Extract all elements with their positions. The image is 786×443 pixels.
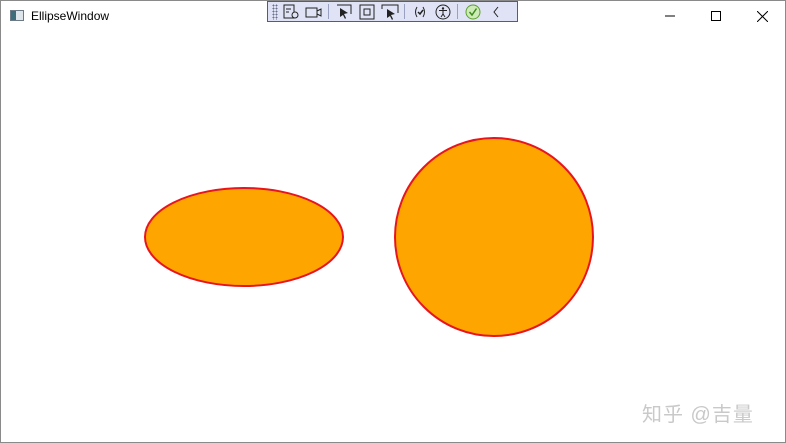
- check-circle-icon: [465, 4, 480, 19]
- close-icon: [756, 10, 768, 22]
- collapse-toolbar-button[interactable]: [485, 2, 506, 21]
- ellipse-window: EllipseWindow 知乎 @吉量: [0, 0, 786, 443]
- display-layout-button[interactable]: [379, 2, 400, 21]
- minimize-icon: [665, 15, 675, 17]
- accessibility-icon: [435, 4, 450, 19]
- video-icon: [305, 7, 321, 17]
- pointer-select-icon: [336, 4, 351, 19]
- ellipse-shape: [144, 187, 344, 287]
- circle-shape: [394, 137, 594, 337]
- watermark: 知乎 @吉量: [642, 404, 754, 426]
- binding-failures-button[interactable]: [409, 2, 430, 21]
- close-button[interactable]: [739, 1, 785, 31]
- track-focus-button[interactable]: [303, 2, 324, 21]
- toolbar-grip[interactable]: [272, 3, 278, 20]
- toolbar-separator: [457, 4, 458, 19]
- maximize-icon: [711, 11, 721, 21]
- select-element-button[interactable]: [280, 2, 301, 21]
- square-frame-icon: [359, 4, 374, 19]
- layout-adorner-button[interactable]: [356, 2, 377, 21]
- hot-reload-status-button[interactable]: [462, 2, 483, 21]
- toolbar-separator: [404, 4, 405, 19]
- debug-toolbar: [267, 1, 518, 22]
- minimize-button[interactable]: [647, 1, 693, 31]
- display-layout-icon: [381, 4, 398, 20]
- pointer-select-button[interactable]: [333, 2, 354, 21]
- select-element-icon: [283, 4, 298, 18]
- collapse-chevron-icon: [492, 6, 498, 17]
- accessibility-button[interactable]: [432, 2, 453, 21]
- maximize-button[interactable]: [693, 1, 739, 31]
- window-title: EllipseWindow: [31, 9, 110, 23]
- drawing-canvas: [144, 137, 594, 337]
- toolbar-separator: [328, 4, 329, 19]
- app-icon: [10, 10, 24, 21]
- binding-check-icon: [414, 6, 425, 17]
